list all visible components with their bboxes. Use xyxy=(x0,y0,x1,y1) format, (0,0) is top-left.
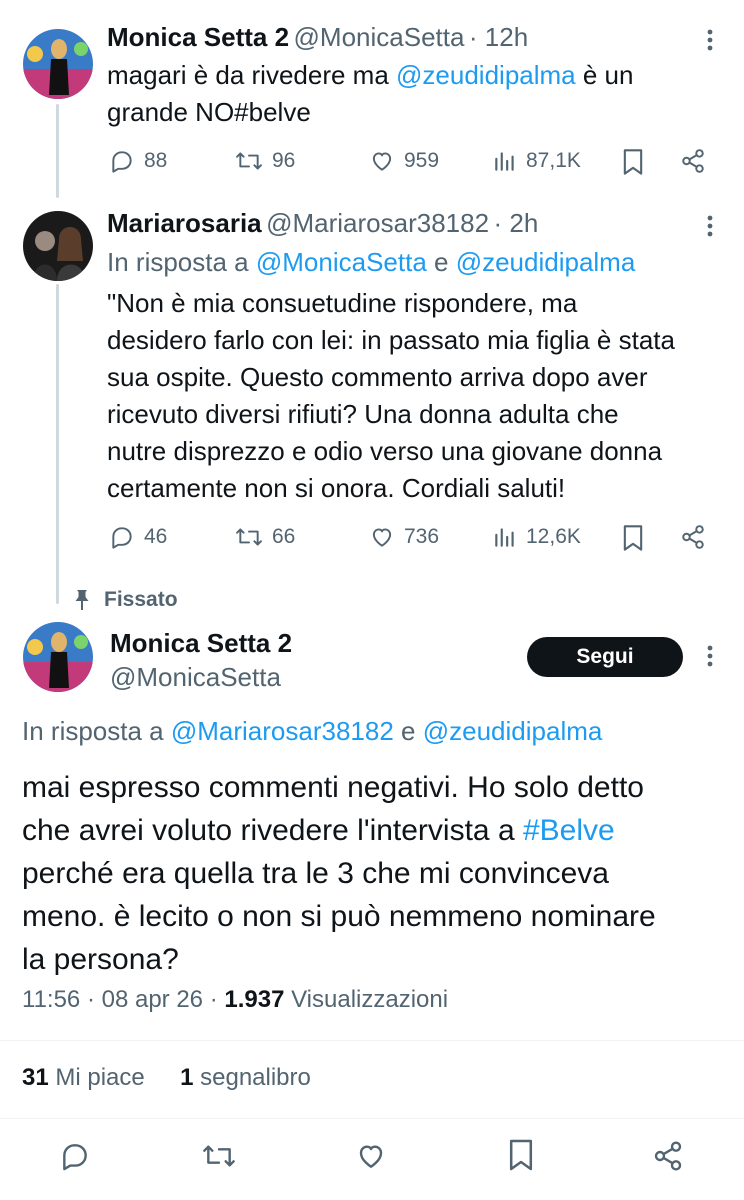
views-icon xyxy=(495,152,514,171)
reply-icon xyxy=(112,527,132,549)
likes-label: Mi piace xyxy=(48,1064,145,1091)
more-options-icon[interactable] xyxy=(698,214,722,238)
like-button[interactable]: 959 xyxy=(368,148,439,174)
retweet-count: 66 xyxy=(272,525,296,548)
heart-icon xyxy=(359,1145,383,1168)
tweet-text: mai espresso commenti negativi. Ho solo … xyxy=(22,771,656,976)
like-count: 736 xyxy=(404,525,440,548)
share-icon xyxy=(654,1141,682,1171)
reply-context: In risposta a @Mariarosar38182 e @zeudid… xyxy=(22,716,603,746)
author-handle[interactable]: @MonicaSetta xyxy=(294,22,465,52)
bookmarks-label: segnalibro xyxy=(193,1064,311,1091)
views-icon xyxy=(495,528,514,547)
author-name[interactable]: Mariarosaria xyxy=(107,208,262,238)
tweet-time[interactable]: · 12h xyxy=(469,22,528,52)
reply-count: 88 xyxy=(144,149,168,172)
reply-button[interactable] xyxy=(58,1140,92,1172)
more-options-icon[interactable] xyxy=(698,644,722,668)
like-button[interactable] xyxy=(354,1140,388,1172)
engagement-stats: 31 Mi piace 1 segnalibro xyxy=(22,1064,311,1092)
pin-icon xyxy=(75,590,89,610)
thread-line xyxy=(56,284,59,604)
author-name[interactable]: Monica Setta 2 xyxy=(107,22,289,52)
share-button[interactable] xyxy=(680,524,706,550)
like-count: 959 xyxy=(404,149,440,172)
bookmarks-count: 1 xyxy=(180,1064,194,1091)
tweet-meta: 11:56 · 08 apr 26 · 1.937 Visualizzazion… xyxy=(22,986,448,1014)
more-options-icon[interactable] xyxy=(698,28,722,52)
bookmark-button[interactable] xyxy=(507,1138,535,1172)
heart-icon xyxy=(372,152,392,171)
tweet-timestamp[interactable]: 11:56 · 08 apr 26 · xyxy=(22,986,224,1013)
mention-link[interactable]: @zeudidipalma xyxy=(396,60,576,90)
mention-link[interactable]: @MonicaSetta xyxy=(256,247,427,277)
views-count: 12,6K xyxy=(526,525,581,548)
bookmarks-stat[interactable]: 1 segnalibro xyxy=(180,1064,311,1091)
bookmark-icon xyxy=(623,525,643,551)
divider xyxy=(0,1040,744,1041)
retweet-button[interactable] xyxy=(201,1140,237,1172)
retweet-icon xyxy=(236,528,262,546)
views-count: 87,1K xyxy=(526,149,581,172)
avatar-monica-setta[interactable] xyxy=(23,29,93,99)
share-icon xyxy=(682,149,704,173)
bookmark-button[interactable] xyxy=(621,148,645,176)
tweet-text: "Non è mia consuetudine rispondere, ma d… xyxy=(107,288,675,503)
reply-button[interactable]: 88 xyxy=(108,148,167,174)
views-button[interactable]: 12,6K xyxy=(492,524,581,550)
retweet-icon xyxy=(236,152,262,170)
like-button[interactable]: 736 xyxy=(368,524,439,550)
retweet-button[interactable]: 66 xyxy=(234,524,295,550)
reply-context: In risposta a @MonicaSetta e @zeudidipal… xyxy=(107,247,636,277)
pinned-label: Fissato xyxy=(104,588,178,611)
hashtag-link[interactable]: #Belve xyxy=(523,814,615,847)
reply-icon xyxy=(112,151,132,173)
divider xyxy=(0,1118,744,1119)
author-handle[interactable]: @MonicaSetta xyxy=(110,662,281,693)
reply-button[interactable]: 46 xyxy=(108,524,167,550)
retweet-button[interactable]: 96 xyxy=(234,148,295,174)
heart-icon xyxy=(372,528,392,547)
likes-count: 31 xyxy=(22,1064,49,1091)
views-button[interactable]: 87,1K xyxy=(492,148,581,174)
avatar-mariarosaria[interactable] xyxy=(23,211,93,281)
bookmark-icon xyxy=(623,149,643,175)
bookmark-button[interactable] xyxy=(621,524,645,552)
pinned-indicator: Fissato xyxy=(74,588,178,612)
reply-count: 46 xyxy=(144,525,168,548)
share-button[interactable] xyxy=(680,148,706,174)
likes-stat[interactable]: 31 Mi piace xyxy=(22,1064,145,1091)
avatar-monica-setta[interactable] xyxy=(23,622,93,692)
thread-line xyxy=(56,104,59,198)
share-icon xyxy=(682,525,704,549)
mention-link[interactable]: @zeudidipalma xyxy=(423,716,603,746)
bookmark-icon xyxy=(509,1139,533,1171)
author-handle[interactable]: @Mariarosar38182 xyxy=(266,208,489,238)
reply-icon xyxy=(63,1144,87,1171)
share-button[interactable] xyxy=(652,1140,684,1172)
tweet-time[interactable]: · 2h xyxy=(494,208,539,238)
views-count: 1.937 xyxy=(224,986,285,1013)
mention-link[interactable]: @Mariarosar38182 xyxy=(171,716,394,746)
views-label: Visualizzazioni xyxy=(284,986,449,1013)
mention-link[interactable]: @zeudidipalma xyxy=(456,247,636,277)
author-name[interactable]: Monica Setta 2 xyxy=(110,628,292,659)
tweet-text: magari è da rivedere ma @zeudidipalma è … xyxy=(107,60,634,127)
follow-button[interactable]: Segui xyxy=(527,637,683,677)
retweet-icon xyxy=(203,1145,235,1167)
retweet-count: 96 xyxy=(272,149,296,172)
